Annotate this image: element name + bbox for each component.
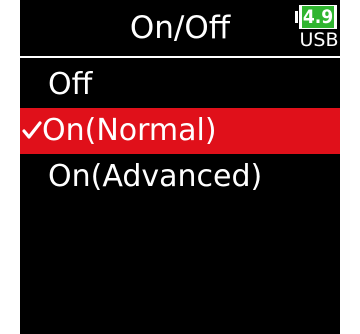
menu-item-label: On(Normal) <box>42 113 217 148</box>
option-menu: Off On(Normal) On(Advanced) <box>20 62 340 200</box>
battery-level: 4.9 <box>302 6 334 28</box>
device-screen: On/Off 4.9 USB Off On(Normal) On(Advance… <box>20 0 340 334</box>
checkmark-icon <box>22 114 42 144</box>
title-divider <box>20 56 340 58</box>
page-title: On/Off <box>129 10 231 46</box>
menu-item-label: On(Advanced) <box>48 159 263 194</box>
title-bar: On/Off 4.9 USB <box>20 0 340 60</box>
power-source-label: USB <box>299 29 339 51</box>
menu-item-label: Off <box>48 67 93 102</box>
menu-item-on-advanced[interactable]: On(Advanced) <box>20 154 340 200</box>
battery-indicator: 4.9 USB <box>295 5 339 51</box>
menu-item-on-normal[interactable]: On(Normal) <box>20 108 340 154</box>
menu-item-off[interactable]: Off <box>20 62 340 108</box>
battery-tip <box>295 11 298 23</box>
